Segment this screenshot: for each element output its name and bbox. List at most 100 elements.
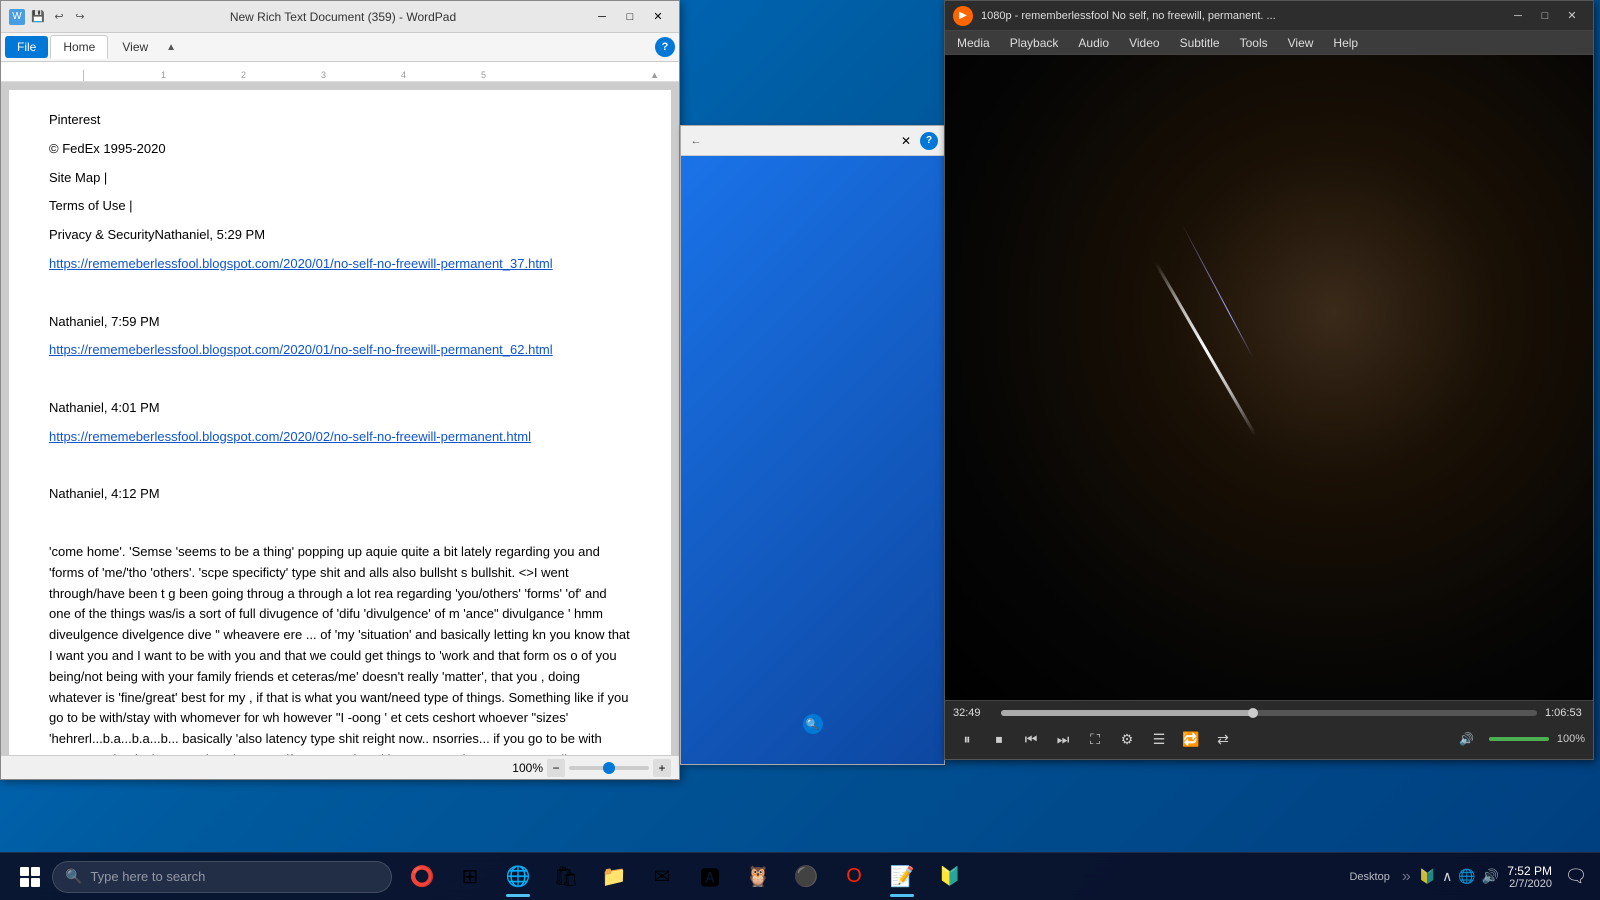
tab-home[interactable]: Home	[50, 35, 108, 59]
vlc-playlist-button[interactable]: ☰	[1145, 725, 1173, 753]
vlc-video-content	[945, 55, 1593, 700]
taskbar-search[interactable]: 🔍	[52, 861, 392, 893]
wordpad-status-bar: 100% − +	[1, 755, 679, 779]
zoom-in-button[interactable]: +	[653, 759, 671, 777]
vlc-fullscreen-button[interactable]: ⛶	[1081, 725, 1109, 753]
vlc-title: 1080p - rememberlessfool No self, no fre…	[981, 10, 1505, 22]
taskbar-app-security[interactable]: 🔰	[928, 855, 972, 899]
taskbar-app-media[interactable]: ⚫	[784, 855, 828, 899]
tab-file[interactable]: File	[5, 36, 48, 58]
taskbar-app-amazon[interactable]: 🅰	[688, 855, 732, 899]
doc-line-nathaniel3: Nathaniel, 4:01 PM	[49, 398, 631, 419]
taskbar-app-cortana[interactable]: ⭕	[400, 855, 444, 899]
vlc-window-controls: ─ □ ✕	[1505, 6, 1585, 26]
vlc-volume-slider[interactable]	[1489, 737, 1549, 741]
wordpad-window-icons: W 💾 ↩ ↪	[9, 8, 89, 26]
vlc-prev-button[interactable]: ⏮	[1017, 725, 1045, 753]
vlc-shuffle-button[interactable]: ⇄	[1209, 725, 1237, 753]
vlc-progress-bar[interactable]	[1001, 710, 1537, 716]
quick-access-bar: 💾 ↩ ↪	[29, 8, 89, 26]
notification-center-button[interactable]: 🗨	[1560, 855, 1592, 899]
vlc-next-button[interactable]: ⏭	[1049, 725, 1077, 753]
mini-back-button[interactable]: ←	[687, 132, 705, 150]
wordpad-title: New Rich Text Document (359) - WordPad	[97, 10, 589, 24]
vlc-volume-label: 100%	[1557, 733, 1585, 745]
taskbar-app-opera[interactable]: O	[832, 855, 876, 899]
vlc-menu-tools[interactable]: Tools	[1232, 34, 1276, 52]
vlc-progress-row: 32:49 1:06:53	[953, 707, 1585, 719]
mini-browser-content: 🔍	[681, 156, 944, 764]
tab-view[interactable]: View	[110, 36, 160, 58]
doc-link-3[interactable]: https://rememeberlessfool.blogspot.com/2…	[49, 429, 531, 444]
mini-browser-panel: ← ✕ ? 🔍	[680, 125, 945, 765]
document-ruler: │ 1 2 3 4 5 ▲	[1, 62, 679, 82]
tray-expand-button[interactable]: ∧	[1442, 868, 1452, 885]
vlc-menu-video[interactable]: Video	[1121, 34, 1167, 52]
document-scroll-area[interactable]: Pinterest © FedEx 1995-2020 Site Map | T…	[1, 82, 679, 755]
wordpad-close-button[interactable]: ✕	[645, 7, 671, 27]
start-button[interactable]	[8, 855, 52, 899]
vlc-close-button[interactable]: ✕	[1559, 6, 1585, 26]
vlc-minimize-button[interactable]: ─	[1505, 6, 1531, 26]
taskbar-app-store[interactable]: 🛍	[544, 855, 588, 899]
wordpad-minimize-button[interactable]: ─	[589, 7, 615, 27]
taskbar-app-list: ⭕ ⊞ 🌐 🛍 📁 ✉ 🅰 🦉 ⚫ O 📝 🔰	[400, 855, 972, 899]
search-input[interactable]	[90, 869, 370, 884]
doc-line-pinterest: Pinterest	[49, 110, 631, 131]
doc-line-privacy: Privacy & SecurityNathaniel, 5:29 PM	[49, 225, 631, 246]
vlc-mute-button[interactable]: 🔊	[1453, 725, 1481, 753]
tray-network-icon[interactable]: 🌐	[1458, 868, 1475, 885]
vlc-maximize-button[interactable]: □	[1532, 6, 1558, 26]
taskbar-right: Desktop » 🔰 ∧ 🌐 🔊 7:52 PM 2/7/2020 🗨	[1345, 855, 1592, 899]
vlc-loop-button[interactable]: 🔁	[1177, 725, 1205, 753]
vlc-extended-button[interactable]: ⚙	[1113, 725, 1141, 753]
vlc-menu-view[interactable]: View	[1280, 34, 1322, 52]
vlc-progress-fill	[1001, 710, 1253, 716]
save-quick-icon[interactable]: 💾	[29, 8, 47, 26]
vlc-video-area[interactable]	[945, 55, 1593, 700]
tray-sound-icon[interactable]: 🔊	[1482, 868, 1499, 885]
taskbar-app-explorer[interactable]: 📁	[592, 855, 636, 899]
vlc-menu-media[interactable]: Media	[949, 34, 998, 52]
vlc-menu-audio[interactable]: Audio	[1070, 34, 1117, 52]
wordpad-app-icon: W	[9, 9, 25, 25]
clock-time: 7:52 PM	[1507, 864, 1552, 878]
mini-nav-buttons: ←	[687, 132, 705, 150]
mini-search-icon[interactable]: 🔍	[803, 714, 823, 734]
ruler-marks: │ 1 2 3 4 5 ▲	[81, 62, 659, 82]
taskbar-app-mail[interactable]: ✉	[640, 855, 684, 899]
vlc-window: ▶ 1080p - rememberlessfool No self, no f…	[944, 0, 1594, 760]
doc-link-1[interactable]: https://rememeberlessfool.blogspot.com/2…	[49, 256, 553, 271]
mini-help-button[interactable]: ?	[920, 132, 938, 150]
vlc-controls-area: 32:49 1:06:53 ⏸ ⏹ ⏮ ⏭ ⛶ ⚙ ☰ 🔁 ⇄ 🔊	[945, 700, 1593, 759]
vlc-stop-button[interactable]: ⏹	[985, 725, 1013, 753]
redo-icon[interactable]: ↪	[71, 8, 89, 26]
show-desktop-label[interactable]: Desktop	[1345, 871, 1393, 883]
taskbar: 🔍 ⭕ ⊞ 🌐 🛍 📁 ✉ 🅰 🦉 ⚫ O 📝 🔰 Desktop » 🔰	[0, 852, 1600, 900]
tray-antivirus-icon[interactable]: 🔰	[1419, 868, 1436, 885]
notification-icon: 🗨	[1565, 866, 1588, 887]
doc-line-terms: Terms of Use |	[49, 196, 631, 217]
zoom-out-button[interactable]: −	[547, 759, 565, 777]
vlc-menu-subtitle[interactable]: Subtitle	[1172, 34, 1228, 52]
ribbon-help-button[interactable]: ?	[655, 37, 675, 57]
zoom-slider[interactable]	[569, 766, 649, 770]
wordpad-window-controls: ─ □ ✕	[589, 7, 671, 27]
doc-line-nathaniel2: Nathaniel, 7:59 PM	[49, 312, 631, 333]
taskbar-clock[interactable]: 7:52 PM 2/7/2020	[1507, 864, 1552, 890]
wordpad-maximize-button[interactable]: □	[617, 7, 643, 27]
vlc-menu-bar: Media Playback Audio Video Subtitle Tool…	[945, 31, 1593, 55]
taskbar-app-edge[interactable]: 🌐	[496, 855, 540, 899]
vlc-menu-help[interactable]: Help	[1325, 34, 1366, 52]
taskbar-app-taskswitcher[interactable]: ⊞	[448, 855, 492, 899]
mini-close-button[interactable]: ✕	[896, 131, 916, 151]
doc-link-2[interactable]: https://rememeberlessfool.blogspot.com/2…	[49, 342, 553, 357]
vlc-pause-button[interactable]: ⏸	[953, 725, 981, 753]
ribbon-tab-list: File Home View ▲ ?	[1, 33, 679, 61]
undo-icon[interactable]: ↩	[50, 8, 68, 26]
ribbon-collapse-button[interactable]: ▲	[166, 42, 176, 53]
taskbar-app-wordpad[interactable]: 📝	[880, 855, 924, 899]
vlc-volume-fill	[1489, 737, 1549, 741]
taskbar-app-tripadvisor[interactable]: 🦉	[736, 855, 780, 899]
vlc-menu-playback[interactable]: Playback	[1002, 34, 1067, 52]
